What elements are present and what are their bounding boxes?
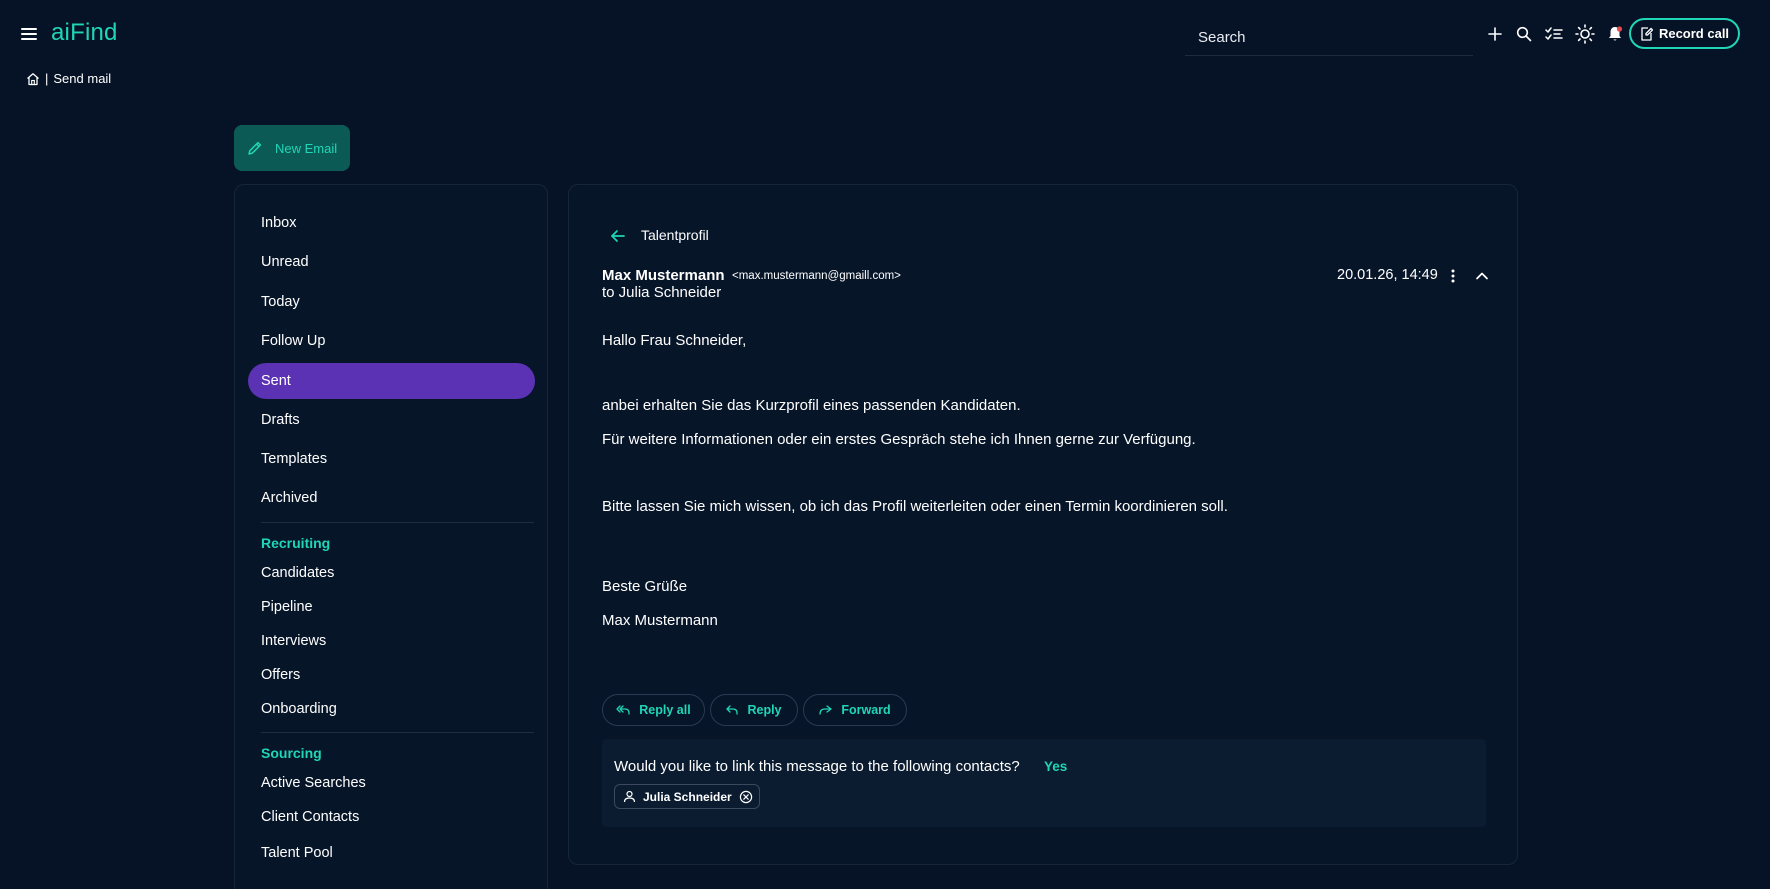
reply-all-icon — [616, 704, 630, 716]
sidebar-item-candidates[interactable]: Candidates — [248, 555, 535, 591]
reply-icon — [726, 704, 739, 716]
forward-button[interactable]: Forward — [803, 694, 907, 726]
link-contacts-prompt: Would you like to link this message to t… — [602, 739, 1486, 827]
message-body-line: Für weitere Informationen oder ein erste… — [602, 431, 1196, 448]
bell-icon[interactable] — [1604, 23, 1626, 45]
new-email-button[interactable]: New Email — [234, 125, 350, 171]
record-call-label: Record call — [1658, 26, 1730, 41]
contact-chip[interactable]: Julia Schneider — [614, 784, 760, 809]
close-circle-icon[interactable] — [739, 790, 753, 804]
app-logo[interactable]: aiFind — [51, 19, 118, 47]
link-prompt-question: Would you like to link this message to t… — [614, 758, 1020, 775]
recipient-line: to Julia Schneider — [602, 284, 722, 301]
sidebar-item-onboarding[interactable]: Onboarding — [248, 691, 535, 727]
home-icon[interactable] — [26, 72, 40, 86]
sidebar-item-active-searches[interactable]: Active Searches — [248, 765, 535, 801]
menu-icon[interactable] — [20, 25, 40, 43]
sidebar-item-talent-pool[interactable]: Talent Pool — [248, 835, 535, 871]
edit-document-icon — [1640, 26, 1653, 41]
sidebar-item-interviews[interactable]: Interviews — [248, 623, 535, 659]
sidebar-item-unread[interactable]: Unread — [248, 244, 535, 280]
sidebar-divider — [261, 732, 534, 733]
reply-button[interactable]: Reply — [710, 694, 798, 726]
message-timestamp: 20.01.26, 14:49 — [1337, 267, 1438, 283]
sender-name: Max Mustermann — [602, 267, 725, 284]
arrow-left-icon[interactable] — [608, 226, 628, 246]
sidebar-item-drafts[interactable]: Drafts — [248, 402, 535, 438]
sender-email: <max.mustermann@gmaill.com> — [732, 270, 901, 282]
record-call-button[interactable]: Record call — [1629, 18, 1740, 49]
sidebar-item-offers[interactable]: Offers — [248, 657, 535, 693]
breadcrumb-separator: | — [45, 71, 49, 86]
message-body-line: Hallo Frau Schneider, — [602, 332, 747, 349]
link-yes-button[interactable]: Yes — [1044, 759, 1067, 774]
sidebar-item-client-contacts[interactable]: Client Contacts — [248, 799, 535, 835]
forward-icon — [819, 704, 832, 716]
sidebar-item-inbox[interactable]: Inbox — [248, 205, 535, 241]
sidebar: Inbox Unread Today Follow Up Sent Drafts… — [234, 184, 548, 889]
sidebar-item-follow-up[interactable]: Follow Up — [248, 323, 535, 359]
mail-panel: Talentprofil Max Mustermann <max.musterm… — [568, 184, 1518, 865]
reply-all-label: Reply all — [639, 703, 691, 717]
plus-icon[interactable] — [1484, 23, 1506, 45]
chevron-up-icon[interactable] — [1474, 267, 1490, 285]
sidebar-divider — [261, 522, 534, 523]
new-email-label: New Email — [275, 140, 338, 156]
sidebar-item-today[interactable]: Today — [248, 284, 535, 320]
more-vertical-icon[interactable] — [1446, 267, 1460, 285]
sidebar-heading-recruiting: Recruiting — [261, 535, 331, 551]
search-icon[interactable] — [1513, 23, 1535, 45]
reply-label: Reply — [747, 703, 782, 717]
person-icon — [623, 790, 636, 803]
message-subject: Talentprofil — [641, 227, 709, 243]
reply-all-button[interactable]: Reply all — [602, 694, 705, 726]
message-body-line: anbei erhalten Sie das Kurzprofil eines … — [602, 397, 1021, 414]
sidebar-item-pipeline[interactable]: Pipeline — [248, 589, 535, 625]
sidebar-heading-sourcing: Sourcing — [261, 745, 322, 761]
message-body-line: Bitte lassen Sie mich wissen, ob ich das… — [602, 498, 1228, 515]
sidebar-item-sent[interactable]: Sent — [248, 363, 535, 399]
sidebar-item-archived[interactable]: Archived — [248, 480, 535, 516]
pencil-icon — [247, 140, 263, 156]
search-input[interactable] — [1198, 29, 1473, 46]
checklist-icon[interactable] — [1543, 23, 1565, 45]
sun-icon[interactable] — [1574, 23, 1596, 45]
sidebar-item-templates[interactable]: Templates — [248, 441, 535, 477]
contact-chip-label: Julia Schneider — [643, 789, 732, 804]
message-body-line: Beste Grüße — [602, 578, 688, 595]
breadcrumb-current: Send mail — [53, 71, 112, 86]
message-body-line: Max Mustermann — [602, 612, 718, 629]
search-field[interactable] — [1185, 20, 1473, 56]
forward-label: Forward — [841, 703, 891, 717]
breadcrumb: | Send mail — [26, 71, 111, 86]
